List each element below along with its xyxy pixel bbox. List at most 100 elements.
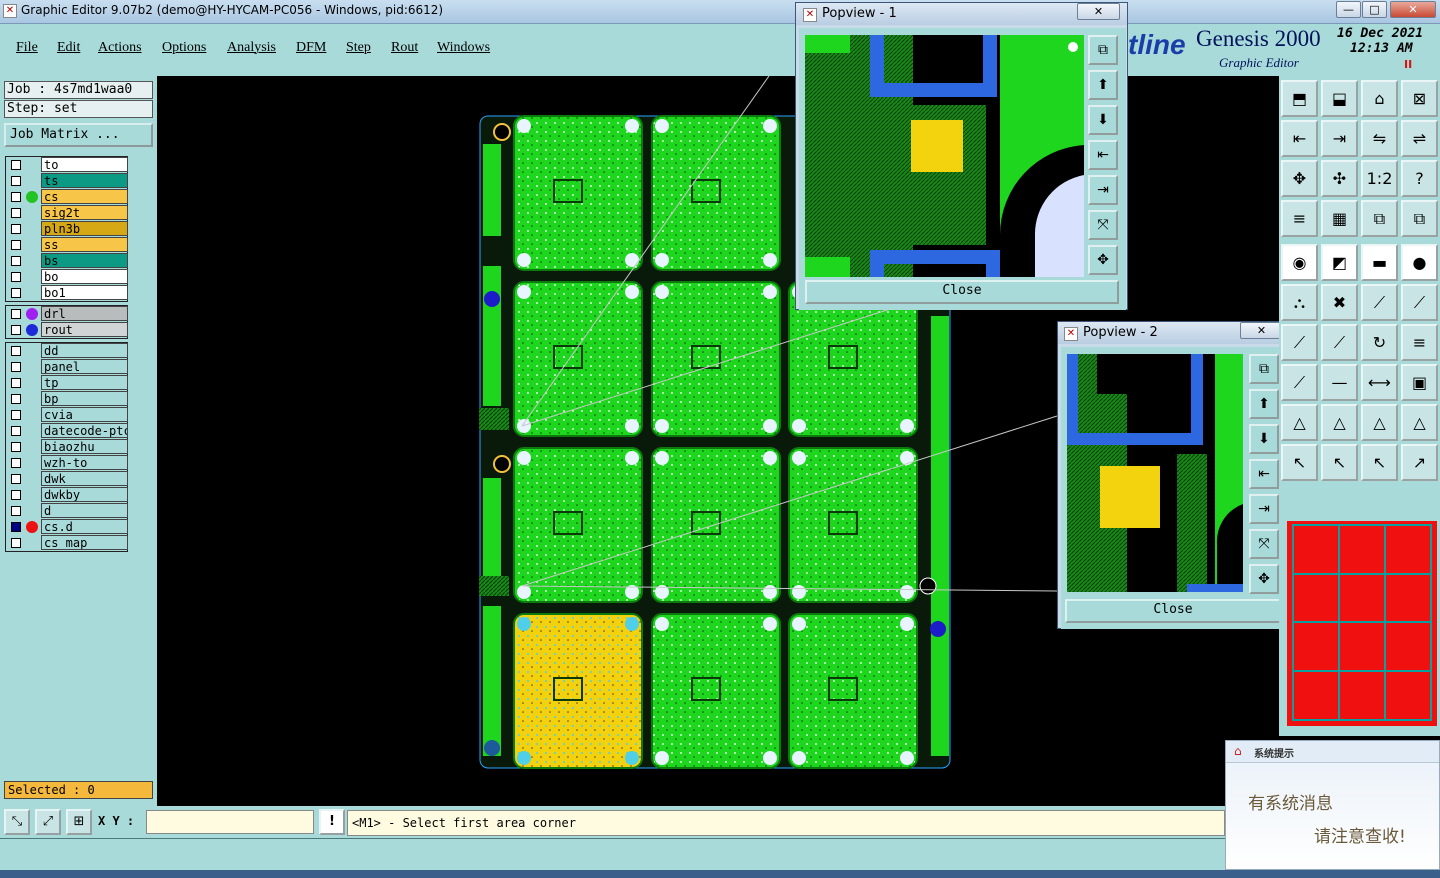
tool-icon[interactable]: ≡: [1401, 324, 1438, 361]
layer-checkbox[interactable]: [11, 224, 21, 234]
layer-checkbox[interactable]: [11, 474, 21, 484]
popview-tool-icon[interactable]: ⬆: [1249, 389, 1279, 419]
tool-icon[interactable]: ⇤: [1281, 120, 1318, 157]
layer-checkbox[interactable]: [11, 394, 21, 404]
popview-tool-icon[interactable]: ⇤: [1088, 140, 1118, 170]
layer-row[interactable]: datecode-ptc: [6, 423, 128, 439]
minimize-button[interactable]: —: [1336, 1, 1361, 18]
menu-step[interactable]: Step: [346, 40, 371, 56]
tool-icon[interactable]: △: [1321, 404, 1358, 441]
tool-icon[interactable]: ✥: [1281, 160, 1318, 197]
layer-name[interactable]: drl: [41, 306, 128, 321]
tool-icon[interactable]: ✣: [1321, 160, 1358, 197]
tool-icon[interactable]: ?: [1401, 160, 1438, 197]
popview-tool-icon[interactable]: ⬆: [1088, 70, 1118, 100]
layer-checkbox[interactable]: [11, 362, 21, 372]
popview-tool-icon[interactable]: ✥: [1088, 245, 1118, 275]
tool-icon[interactable]: △: [1281, 404, 1318, 441]
layer-row[interactable]: panel: [6, 359, 128, 375]
layer-checkbox[interactable]: [11, 490, 21, 500]
popview-2-close-button[interactable]: Close: [1065, 599, 1281, 623]
tool-icon[interactable]: ⇥: [1321, 120, 1358, 157]
layer-name[interactable]: sig2t: [41, 205, 128, 220]
layer-name[interactable]: dwk: [41, 471, 128, 486]
layer-row[interactable]: bs: [6, 253, 128, 269]
tool-icon[interactable]: ≡: [1281, 200, 1318, 237]
popview-tool-icon[interactable]: ⇤: [1249, 459, 1279, 489]
popview-tool-icon[interactable]: ✥: [1249, 564, 1279, 594]
layer-name[interactable]: to: [41, 157, 128, 172]
layer-row[interactable]: tp: [6, 375, 128, 391]
menu-dfm[interactable]: DFM: [296, 40, 326, 56]
tool-icon[interactable]: ↖: [1361, 444, 1398, 481]
layer-name[interactable]: wzh-to: [41, 455, 128, 470]
layer-name[interactable]: ts: [41, 173, 128, 188]
tool-icon[interactable]: ⇌: [1401, 120, 1438, 157]
popview-tool-icon[interactable]: ⤧: [1249, 529, 1279, 559]
tool-icon[interactable]: ↻: [1361, 324, 1398, 361]
maximize-button[interactable]: □: [1362, 1, 1387, 18]
layer-name[interactable]: cs_map: [41, 535, 128, 550]
popview-tool-icon[interactable]: ⇥: [1249, 494, 1279, 524]
layer-checkbox[interactable]: [11, 538, 21, 548]
tool-icon[interactable]: ⧉: [1361, 200, 1398, 237]
layer-checkbox[interactable]: [11, 208, 21, 218]
popview-2-window[interactable]: ✕ Popview - 2 ✕ ⧉ ⬆ ⬇ ⇤ ⇥ ⤧ ✥ Close: [1057, 321, 1285, 629]
popview-tool-icon[interactable]: ⬇: [1088, 105, 1118, 135]
tool-icon[interactable]: ⟋: [1281, 364, 1318, 401]
layer-checkbox[interactable]: [11, 325, 21, 335]
layer-name[interactable]: dd: [41, 343, 128, 358]
menu-edit[interactable]: Edit: [57, 40, 80, 56]
layer-checkbox[interactable]: [11, 240, 21, 250]
popview-1-close-x[interactable]: ✕: [1077, 3, 1120, 20]
layer-name[interactable]: dwkby: [41, 487, 128, 502]
layer-row[interactable]: dd: [6, 343, 128, 359]
popview-tool-icon[interactable]: ⧉: [1088, 35, 1118, 65]
tool-icon[interactable]: ●: [1401, 244, 1438, 281]
layer-checkbox[interactable]: [11, 346, 21, 356]
zoom-fit-icon[interactable]: ⤢: [35, 809, 61, 835]
layer-checkbox[interactable]: [11, 410, 21, 420]
layer-checkbox[interactable]: [11, 192, 21, 202]
layer-row[interactable]: rout: [6, 322, 128, 338]
layer-checkbox[interactable]: [11, 378, 21, 388]
layer-row[interactable]: bo1: [6, 285, 128, 301]
tool-icon[interactable]: ⟷: [1361, 364, 1398, 401]
tool-icon[interactable]: ⟋: [1281, 324, 1318, 361]
tool-icon[interactable]: △: [1401, 404, 1438, 441]
tool-icon[interactable]: △: [1361, 404, 1398, 441]
layer-name[interactable]: cvia: [41, 407, 128, 422]
alert-icon[interactable]: !: [319, 809, 345, 835]
tool-icon[interactable]: ⌂: [1361, 80, 1398, 117]
layer-checkbox[interactable]: [11, 160, 21, 170]
tool-icon[interactable]: ↖: [1321, 444, 1358, 481]
menu-rout[interactable]: Rout: [391, 40, 418, 56]
tool-icon[interactable]: ◩: [1321, 244, 1358, 281]
popview-2-close-x[interactable]: ✕: [1240, 322, 1283, 339]
layer-name[interactable]: bo: [41, 269, 128, 284]
layer-name[interactable]: d: [41, 503, 128, 518]
close-window-button[interactable]: ✕: [1390, 1, 1436, 18]
layer-checkbox[interactable]: [11, 458, 21, 468]
layer-checkbox[interactable]: [11, 288, 21, 298]
tool-icon[interactable]: ✖: [1321, 284, 1358, 321]
layer-row[interactable]: biaozhu: [6, 439, 128, 455]
tool-icon[interactable]: ⟋: [1361, 284, 1398, 321]
layer-name[interactable]: cs.d: [41, 519, 128, 534]
menu-windows[interactable]: Windows: [437, 40, 490, 56]
layer-name[interactable]: cs: [41, 189, 128, 204]
layer-name[interactable]: panel: [41, 359, 128, 374]
tool-icon[interactable]: ⟋: [1321, 324, 1358, 361]
tool-icon[interactable]: ▬: [1361, 244, 1398, 281]
popview-tool-icon[interactable]: ⧉: [1249, 354, 1279, 384]
layer-checkbox[interactable]: [11, 272, 21, 282]
menu-analysis[interactable]: Analysis: [227, 40, 276, 56]
layer-row[interactable]: cs_map: [6, 535, 128, 551]
layer-checkbox[interactable]: [11, 442, 21, 452]
tool-icon[interactable]: ⟋: [1401, 284, 1438, 321]
layer-row[interactable]: wzh-to: [6, 455, 128, 471]
tool-icon[interactable]: ↗: [1401, 444, 1438, 481]
tool-icon[interactable]: ◉: [1281, 244, 1318, 281]
layer-row[interactable]: bp: [6, 391, 128, 407]
layer-row[interactable]: d: [6, 503, 128, 519]
